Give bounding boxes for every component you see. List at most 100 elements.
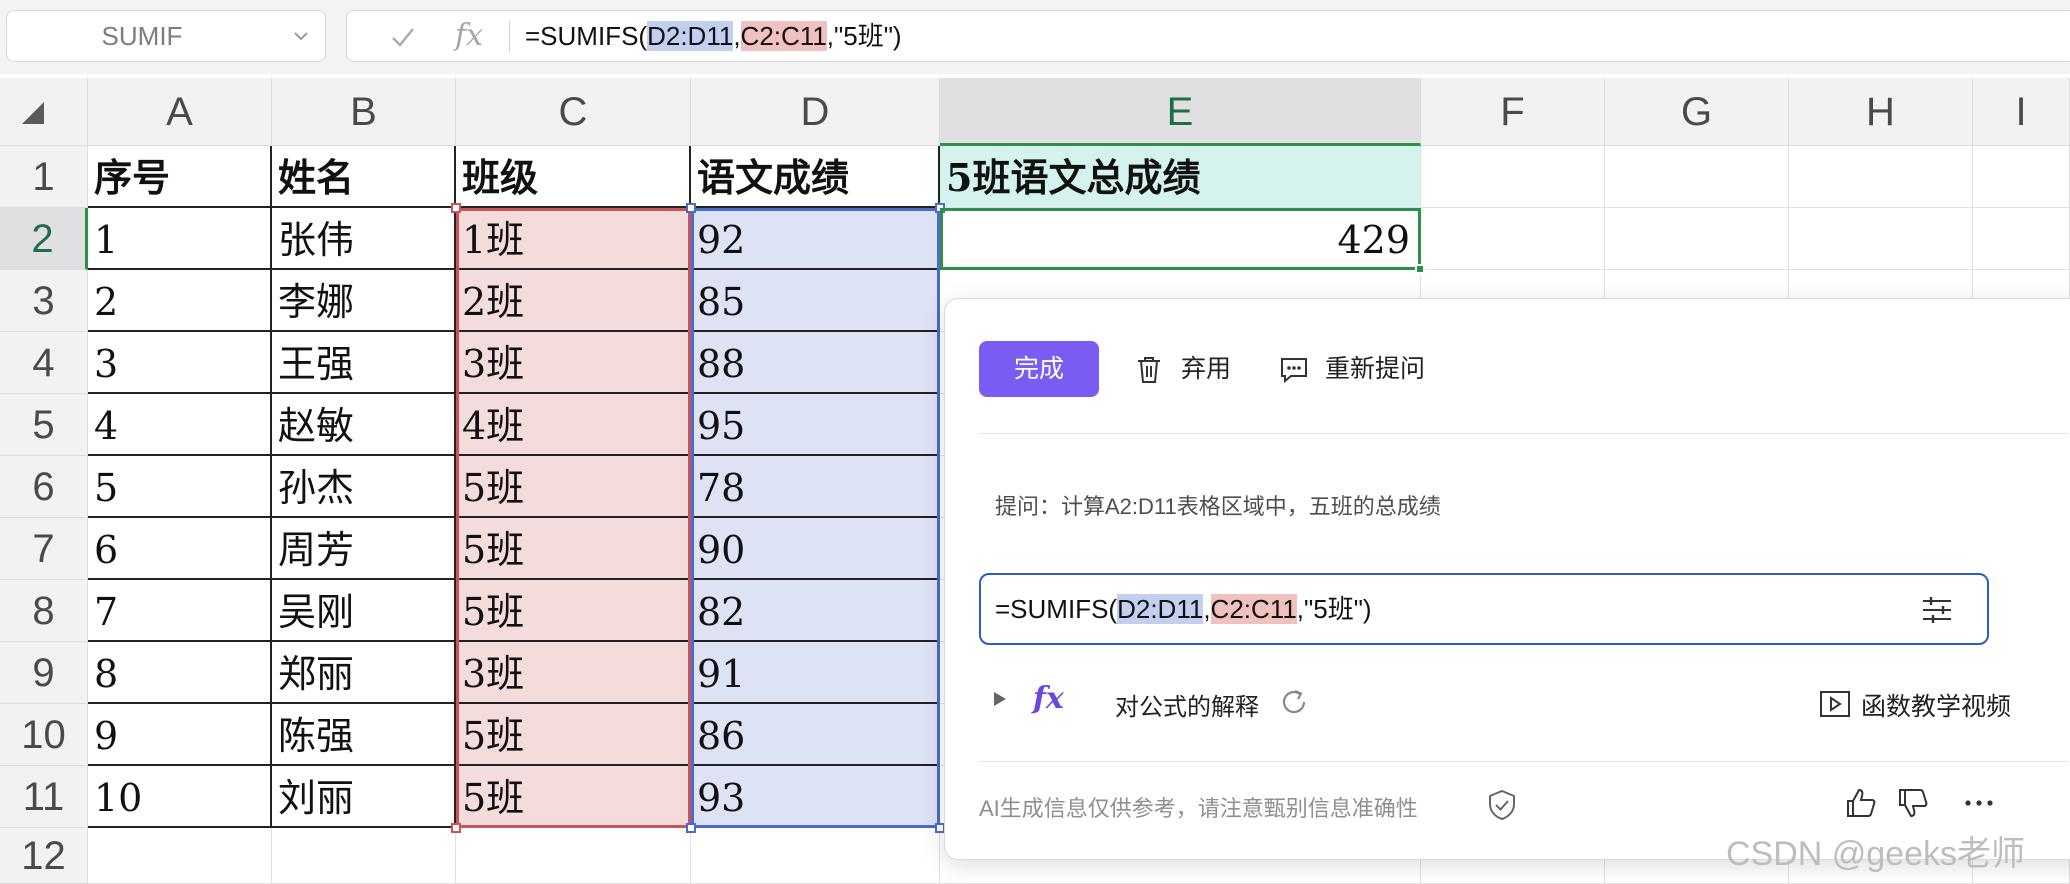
cell-a6[interactable]: 5 bbox=[88, 456, 272, 518]
row-header-5[interactable]: 5 bbox=[0, 394, 88, 456]
cell-b3[interactable]: 李娜 bbox=[272, 270, 456, 332]
cell-d6[interactable]: 78 bbox=[691, 456, 940, 518]
range-highlight-c2-c11-handle[interactable] bbox=[451, 203, 461, 213]
cell-b4[interactable]: 王强 bbox=[272, 332, 456, 394]
cell-d10[interactable]: 86 bbox=[691, 704, 940, 766]
cell-a7[interactable]: 6 bbox=[88, 518, 272, 580]
generated-formula-text[interactable]: =SUMIFS(D2:D11,C2:C11,"5班") bbox=[995, 575, 1372, 643]
column-header-d[interactable]: D bbox=[691, 78, 940, 146]
cell-a3[interactable]: 2 bbox=[88, 270, 272, 332]
fx-icon[interactable]: fx bbox=[455, 18, 483, 53]
chevron-down-icon[interactable] bbox=[291, 26, 311, 46]
cell-i2[interactable] bbox=[1973, 208, 2070, 270]
cell-g1[interactable] bbox=[1605, 146, 1789, 208]
cell-b7[interactable]: 周芳 bbox=[272, 518, 456, 580]
row-header-12[interactable]: 12 bbox=[0, 828, 88, 884]
column-header-c[interactable]: C bbox=[456, 78, 691, 146]
cell-b5[interactable]: 赵敏 bbox=[272, 394, 456, 456]
cell-d8[interactable]: 82 bbox=[691, 580, 940, 642]
column-header-h[interactable]: H bbox=[1789, 78, 1973, 146]
shield-check-icon[interactable] bbox=[1488, 789, 1516, 821]
cell-b9[interactable]: 郑丽 bbox=[272, 642, 456, 704]
cell-c5[interactable]: 4班 bbox=[456, 394, 691, 456]
range-highlight-d2-d11-handle[interactable] bbox=[686, 823, 696, 833]
row-header-1[interactable]: 1 bbox=[0, 146, 88, 208]
cell-a12[interactable] bbox=[88, 828, 272, 884]
cell-c6[interactable]: 5班 bbox=[456, 456, 691, 518]
column-header-b[interactable]: B bbox=[272, 78, 456, 146]
cell-c9[interactable]: 3班 bbox=[456, 642, 691, 704]
cell-c7[interactable]: 5班 bbox=[456, 518, 691, 580]
cell-a5[interactable]: 4 bbox=[88, 394, 272, 456]
cell-a8[interactable]: 7 bbox=[88, 580, 272, 642]
adjust-sliders-icon[interactable] bbox=[1921, 595, 1953, 625]
tutorial-video-link[interactable]: 函数教学视频 bbox=[1819, 687, 2011, 723]
range-highlight-d2-d11-handle[interactable] bbox=[935, 203, 945, 213]
cell-c2[interactable]: 1班 bbox=[456, 208, 691, 270]
cell-d5[interactable]: 95 bbox=[691, 394, 940, 456]
cell-h2[interactable] bbox=[1789, 208, 1973, 270]
cell-d1[interactable]: 语文成绩 bbox=[691, 146, 940, 208]
cell-b8[interactable]: 吴刚 bbox=[272, 580, 456, 642]
name-box[interactable]: SUMIF bbox=[6, 10, 326, 62]
formula-text[interactable]: =SUMIFS(D2:D11,C2:C11,"5班") bbox=[525, 11, 902, 61]
cell-d11[interactable]: 93 bbox=[691, 766, 940, 828]
cell-c4[interactable]: 3班 bbox=[456, 332, 691, 394]
cell-d9[interactable]: 91 bbox=[691, 642, 940, 704]
cell-c3[interactable]: 2班 bbox=[456, 270, 691, 332]
cell-a9[interactable]: 8 bbox=[88, 642, 272, 704]
cell-b12[interactable] bbox=[272, 828, 456, 884]
generated-formula-field[interactable]: =SUMIFS(D2:D11,C2:C11,"5班") bbox=[979, 573, 1989, 645]
cell-b1[interactable]: 姓名 bbox=[272, 146, 456, 208]
thumbs-up-icon[interactable] bbox=[1845, 787, 1877, 819]
column-header-f[interactable]: F bbox=[1421, 78, 1605, 146]
row-header-6[interactable]: 6 bbox=[0, 456, 88, 518]
row-header-4[interactable]: 4 bbox=[0, 332, 88, 394]
cell-d3[interactable]: 85 bbox=[691, 270, 940, 332]
fill-handle[interactable] bbox=[1415, 264, 1425, 274]
range-highlight-d2-d11-handle[interactable] bbox=[686, 203, 696, 213]
cell-i1[interactable] bbox=[1973, 146, 2070, 208]
cell-e2[interactable]: 429 bbox=[940, 208, 1421, 270]
cell-a1[interactable]: 序号 bbox=[88, 146, 272, 208]
thumbs-down-icon[interactable] bbox=[1897, 787, 1929, 819]
cell-d2[interactable]: 92 bbox=[691, 208, 940, 270]
cell-b10[interactable]: 陈强 bbox=[272, 704, 456, 766]
cell-a2[interactable]: 1 bbox=[88, 208, 272, 270]
row-header-9[interactable]: 9 bbox=[0, 642, 88, 704]
select-all-corner[interactable] bbox=[0, 78, 88, 146]
cell-d4[interactable]: 88 bbox=[691, 332, 940, 394]
row-header-2[interactable]: 2 bbox=[0, 208, 88, 270]
range-highlight-c2-c11-handle[interactable] bbox=[451, 823, 461, 833]
discard-button[interactable]: 弃用 bbox=[1135, 341, 1231, 397]
cell-c12[interactable] bbox=[456, 828, 691, 884]
reask-button[interactable]: 重新提问 bbox=[1279, 341, 1425, 397]
cell-f2[interactable] bbox=[1421, 208, 1605, 270]
cell-c8[interactable]: 5班 bbox=[456, 580, 691, 642]
cell-b11[interactable]: 刘丽 bbox=[272, 766, 456, 828]
done-button[interactable]: 完成 bbox=[979, 341, 1099, 397]
cell-d12[interactable] bbox=[691, 828, 940, 884]
formula-input[interactable]: fx =SUMIFS(D2:D11,C2:C11,"5班") bbox=[346, 10, 2070, 62]
cell-a11[interactable]: 10 bbox=[88, 766, 272, 828]
column-header-g[interactable]: G bbox=[1605, 78, 1789, 146]
cell-f1[interactable] bbox=[1421, 146, 1605, 208]
row-header-8[interactable]: 8 bbox=[0, 580, 88, 642]
cell-c11[interactable]: 5班 bbox=[456, 766, 691, 828]
cell-b2[interactable]: 张伟 bbox=[272, 208, 456, 270]
cell-c1[interactable]: 班级 bbox=[456, 146, 691, 208]
cell-h1[interactable] bbox=[1789, 146, 1973, 208]
cell-g2[interactable] bbox=[1605, 208, 1789, 270]
column-header-i[interactable]: I bbox=[1973, 78, 2070, 146]
more-options-icon[interactable] bbox=[1963, 787, 1995, 819]
cell-c10[interactable]: 5班 bbox=[456, 704, 691, 766]
cell-a4[interactable]: 3 bbox=[88, 332, 272, 394]
row-header-3[interactable]: 3 bbox=[0, 270, 88, 332]
cell-e1[interactable]: 5班语文总成绩 bbox=[940, 146, 1421, 208]
column-header-e[interactable]: E bbox=[940, 78, 1421, 146]
cell-b6[interactable]: 孙杰 bbox=[272, 456, 456, 518]
row-header-11[interactable]: 11 bbox=[0, 766, 88, 828]
row-header-10[interactable]: 10 bbox=[0, 704, 88, 766]
row-header-7[interactable]: 7 bbox=[0, 518, 88, 580]
column-header-a[interactable]: A bbox=[88, 78, 272, 146]
